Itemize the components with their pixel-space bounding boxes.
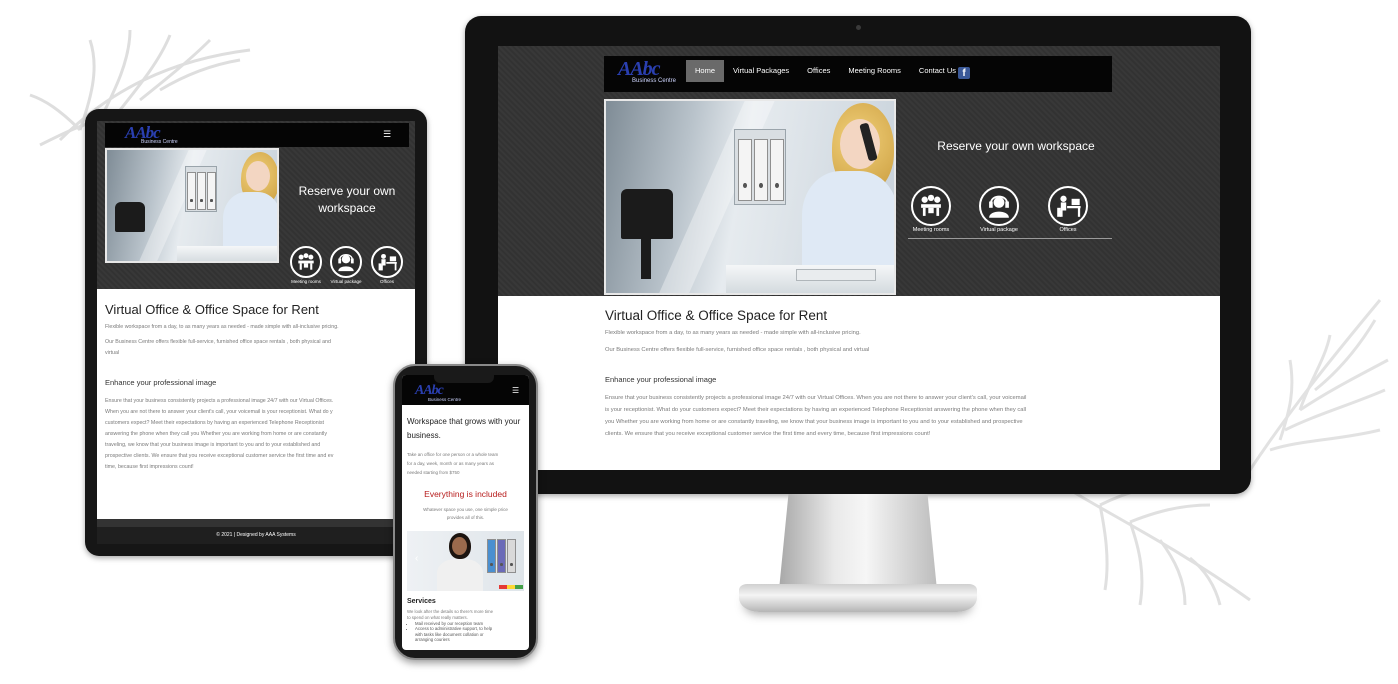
phone-hamburger-menu-icon[interactable]: ☰: [512, 387, 519, 395]
tablet-intro-text-1: Flexible workspace from a day, to as man…: [105, 324, 339, 330]
services-text-line-2: to spend on what really matters.: [407, 615, 468, 620]
body-line-3: you Whether you are working from home or…: [605, 419, 1023, 425]
nav-item-contact-us[interactable]: Contact Us: [910, 60, 965, 82]
tablet-hero-title-line-1: Reserve your own: [298, 184, 396, 198]
tablet-section-heading: Enhance your professional image: [105, 378, 217, 387]
phone-heading-line-2: business.: [407, 431, 441, 440]
tablet-headset-icon[interactable]: [330, 246, 362, 278]
feature-label-meeting-rooms: Meeting rooms: [912, 227, 950, 233]
photo-binder: [754, 139, 768, 201]
photo-chair: [115, 202, 145, 232]
facebook-icon[interactable]: f: [958, 67, 970, 79]
tablet-body-line: prospective clients. We ensure that you …: [105, 453, 334, 459]
nav-menu: Home Virtual Packages Offices Meeting Ro…: [686, 60, 965, 82]
services-text-line-1: We look after the details so there's mor…: [407, 609, 494, 614]
intro-text-2: Our Business Centre offers flexible full…: [605, 347, 870, 353]
tablet-hero-title-line-2: workspace: [318, 201, 376, 215]
tablet-device: AAbc Business Centre ☰ Reserve your own …: [85, 109, 427, 556]
phone-text-line: Take an office for one person or a whole…: [407, 452, 499, 457]
nav-item-home[interactable]: Home: [686, 60, 725, 82]
photo-binder: [197, 172, 206, 210]
tablet-hero-photo: [105, 148, 279, 263]
hero-title: Reserve your own workspace: [937, 139, 1095, 153]
photo-binder: [507, 539, 516, 573]
feature-label-virtual-package: Virtual package: [980, 227, 1018, 233]
photo-desk: [177, 246, 277, 261]
feature-label-offices: Offices: [1059, 227, 1077, 233]
body-line-1: Ensure that your business consistently p…: [605, 395, 1027, 401]
tablet-logo-subtitle: Business Centre: [141, 139, 178, 145]
desktop-content: Virtual Office & Office Space for Rent F…: [498, 296, 1220, 470]
photo-binder: [187, 172, 196, 210]
photo-color-strip: [499, 585, 523, 589]
tablet-desk-icon[interactable]: [371, 246, 403, 278]
photo-keyboard: [796, 269, 876, 281]
tablet-footer: © 2021 | Designed by AAA Systems: [97, 527, 415, 544]
everything-included-heading: Everything is included: [424, 489, 507, 499]
webcam: [856, 25, 861, 30]
nav-item-virtual-packages[interactable]: Virtual Packages: [724, 60, 798, 82]
photo-chair-base: [641, 239, 651, 279]
photo-binder: [487, 539, 496, 573]
services-list: Mail received by our reception team Acce…: [411, 621, 524, 643]
body-line-2: is your receptionist. What do your custo…: [605, 407, 1027, 413]
palm-leaf-shadow-right-top: [1248, 299, 1389, 471]
included-text-line-2: provides all of this.: [446, 515, 485, 520]
tablet-intro-text-2b: virtual: [105, 350, 120, 356]
phone-heading: Workspace that grows with your business.: [407, 415, 525, 443]
hamburger-menu-icon[interactable]: ☰: [383, 130, 391, 139]
list-item: arranging couriers: [415, 637, 450, 643]
photo-binder: [207, 172, 216, 210]
photo-chair: [621, 189, 673, 239]
phone-notch: [434, 375, 494, 383]
hero-office-photo: [604, 99, 896, 295]
phone-logo-subtitle: Business Centre: [428, 397, 462, 402]
phone-text-line: for a day, week, month or as many years …: [407, 461, 494, 466]
photo-binder: [497, 539, 506, 573]
photo-binder: [770, 139, 784, 201]
carousel-prev-icon[interactable]: ‹: [415, 553, 418, 564]
tablet-body-line: time, because first impressions count!: [105, 464, 194, 470]
tablet-body-line: When you are not there to answer your cl…: [105, 409, 333, 415]
desktop-monitor: AAbc Business Centre Home Virtual Packag…: [465, 16, 1251, 494]
tablet-navbar: AAbc Business Centre ☰: [105, 123, 409, 147]
phone-screen: AAbc Business Centre ☰ Workspace that gr…: [402, 375, 529, 650]
nav-item-meeting-rooms[interactable]: Meeting Rooms: [839, 60, 910, 82]
phone-device: AAbc Business Centre ☰ Workspace that gr…: [393, 364, 538, 660]
tablet-content: Virtual Office & Office Space for Rent F…: [97, 289, 415, 519]
page-heading: Virtual Office & Office Space for Rent: [605, 308, 828, 323]
phone-heading-line-1: Workspace that grows with your: [407, 417, 521, 426]
headset-icon[interactable]: [979, 186, 1019, 226]
tablet-page-heading: Virtual Office & Office Space for Rent: [105, 302, 319, 317]
tablet-body-line: traveling, we know that your business im…: [105, 442, 321, 448]
desktop-navbar: AAbc Business Centre Home Virtual Packag…: [604, 56, 1112, 92]
monitor-stand-base: [739, 584, 977, 612]
included-text-line-1: Whatever space you use, one simple price: [423, 507, 508, 512]
photo-woman-body: [437, 559, 483, 591]
tablet-body-line: customers expect? Meet their expectation…: [105, 420, 324, 426]
intro-text-1: Flexible workspace from a day, to as man…: [605, 330, 861, 336]
section-heading: Enhance your professional image: [605, 375, 717, 384]
tablet-body-line: answering the phone when they call you W…: [105, 431, 327, 437]
phone-text-line: needed starting from $750: [407, 470, 460, 475]
photo-binder: [738, 139, 752, 201]
desktop-screen: AAbc Business Centre Home Virtual Packag…: [498, 46, 1220, 470]
meeting-icon[interactable]: [911, 186, 951, 226]
photo-woman-face: [246, 161, 270, 191]
photo-woman-face: [452, 537, 467, 555]
tablet-body-line: Ensure that your business consistently p…: [105, 398, 334, 404]
services-heading: Services: [407, 598, 436, 605]
tablet-intro-text-2a: Our Business Centre offers flexible full…: [105, 339, 331, 345]
tablet-feature-label-offices: Offices: [380, 279, 394, 284]
nav-item-offices[interactable]: Offices: [798, 60, 839, 82]
body-line-4: clients. We ensure that you receive exce…: [605, 431, 931, 437]
tablet-meeting-icon[interactable]: [290, 246, 322, 278]
feature-divider: [908, 238, 1112, 239]
monitor-stand-neck: [779, 494, 937, 590]
desk-icon[interactable]: [1048, 186, 1088, 226]
tablet-screen: AAbc Business Centre ☰ Reserve your own …: [97, 121, 415, 544]
phone-carousel-photo[interactable]: ‹: [407, 531, 524, 591]
logo-subtitle: Business Centre: [632, 78, 677, 84]
